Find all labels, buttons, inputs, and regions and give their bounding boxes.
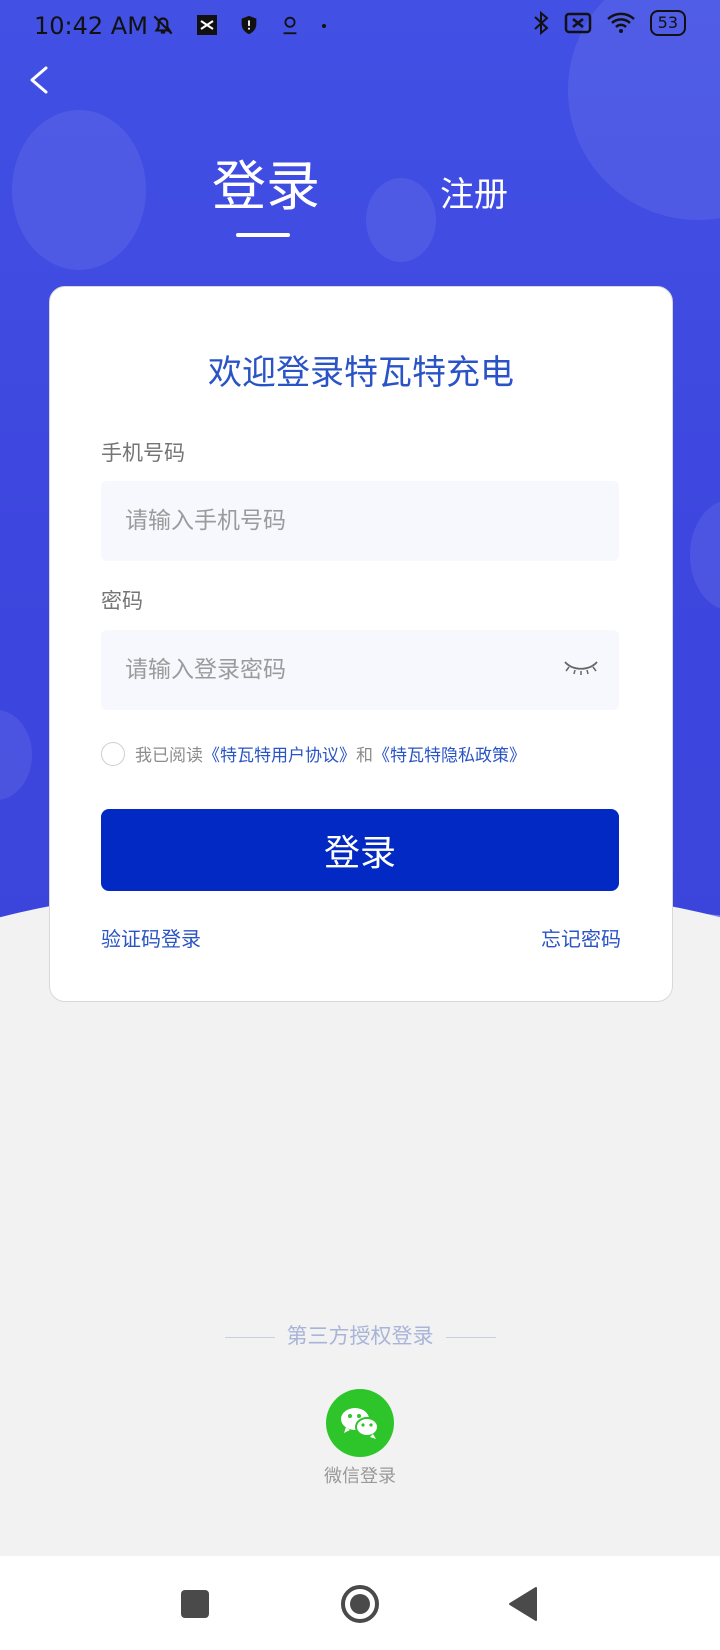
wechat-login-button[interactable] [326, 1389, 394, 1457]
divider-left [224, 1336, 275, 1338]
status-bar: 10:42 AM 53 [0, 0, 720, 56]
battery-indicator: 53 [649, 10, 686, 36]
password-field [101, 630, 619, 710]
wechat-icon [341, 1408, 379, 1439]
system-nav-bar [0, 1556, 720, 1650]
third-party-title: 第三方授权登录 [286, 1324, 434, 1348]
third-party-login-header: 第三方授权登录 [0, 1320, 720, 1350]
agreement-checkbox[interactable] [101, 741, 125, 766]
sms-login-link[interactable]: 验证码登录 [101, 923, 201, 952]
nav-back-icon[interactable] [508, 1586, 538, 1622]
phone-field [101, 481, 619, 561]
decor-bubble [0, 710, 32, 800]
divider-right [445, 1336, 496, 1338]
user-agreement-link[interactable]: 《特瓦特用户协议》 [203, 741, 356, 766]
agree-prefix: 我已阅读 [135, 746, 203, 766]
phone-label: 手机号码 [101, 441, 185, 465]
wifi-icon [606, 12, 635, 33]
agree-and: 和 [356, 746, 373, 766]
welcome-title: 欢迎登录特瓦特充电 [208, 353, 514, 393]
agreement-row: 我已阅读 《特瓦特用户协议》 和 《特瓦特隐私政策》 [101, 741, 526, 766]
home-icon[interactable] [340, 1584, 380, 1624]
location-icon [283, 16, 297, 35]
dot-icon [322, 24, 326, 28]
decor-bubble [12, 110, 146, 270]
password-label: 密码 [101, 589, 143, 613]
sim-x-icon [564, 12, 591, 34]
back-arrow-icon[interactable] [20, 60, 60, 100]
forgot-password-link[interactable]: 忘记密码 [541, 923, 621, 952]
tab-register[interactable]: 注册 [440, 167, 508, 216]
bluetooth-icon [533, 10, 549, 36]
system-icons: 53 [532, 10, 686, 36]
shield-icon [241, 15, 257, 35]
eye-closed-icon[interactable] [563, 658, 599, 678]
password-input[interactable] [101, 630, 525, 710]
app-icon [197, 15, 217, 35]
active-tab-indicator [236, 233, 290, 237]
decor-bubble [366, 178, 436, 262]
status-time: 10:42 AM [34, 12, 148, 40]
privacy-policy-link[interactable]: 《特瓦特隐私政策》 [373, 741, 526, 766]
notification-icons [150, 12, 328, 38]
tab-login[interactable]: 登录 [212, 142, 320, 221]
mute-bell-icon [153, 15, 173, 35]
decor-bubble [690, 500, 720, 610]
wechat-login-label: 微信登录 [324, 1466, 396, 1487]
phone-input[interactable] [101, 481, 525, 561]
login-button[interactable]: 登录 [101, 809, 619, 891]
login-card: 欢迎登录特瓦特充电 手机号码 密码 我已阅读 《特瓦特用户协议》 和 《特瓦特隐… [49, 286, 673, 1002]
recent-apps-icon[interactable] [181, 1590, 209, 1618]
